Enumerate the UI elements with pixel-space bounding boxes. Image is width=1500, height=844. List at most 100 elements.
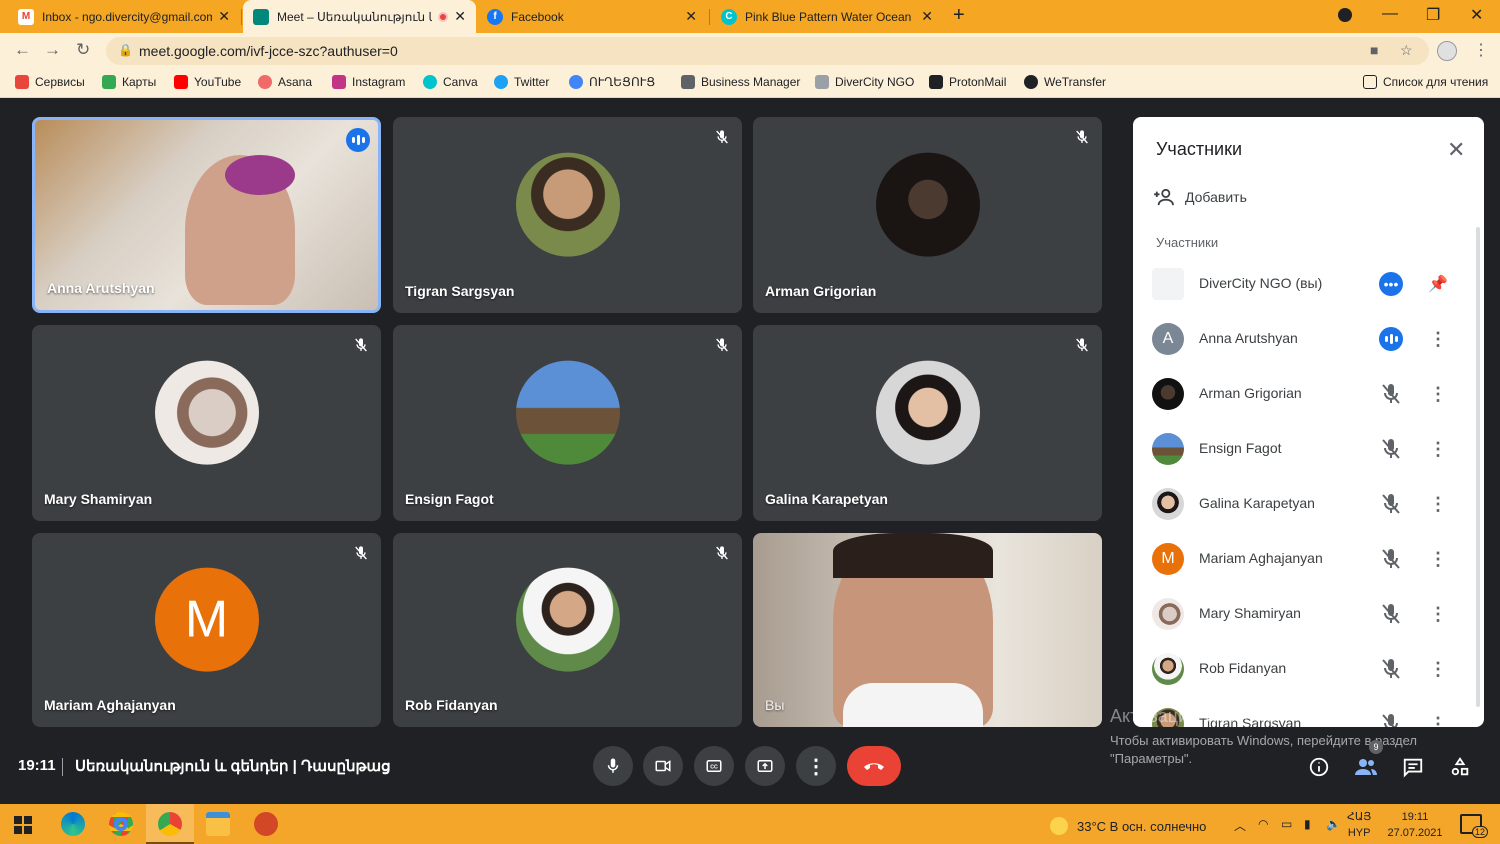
bookmark-item[interactable]: Instagram <box>332 75 405 89</box>
notification-center-icon[interactable]: 12 <box>1460 814 1488 838</box>
tab-meet[interactable]: Meet – Սեռականություն և ✕ <box>243 0 476 33</box>
chrome-profile-icon[interactable] <box>158 812 182 836</box>
browser-menu-icon[interactable]: ⋮ <box>1473 40 1489 60</box>
reading-list[interactable]: Список для чтения <box>1363 75 1488 89</box>
video-tile[interactable]: Ensign Fagot <box>393 325 742 521</box>
language-indicator[interactable]: ՀԱՅ HYP <box>1347 809 1371 841</box>
video-tile[interactable]: Rob Fidanyan <box>393 533 742 727</box>
panel-scrollbar[interactable] <box>1476 227 1480 707</box>
close-tab-icon[interactable]: ✕ <box>454 8 466 25</box>
add-people-button[interactable]: Добавить <box>1153 188 1247 206</box>
reload-icon[interactable]: ↻ <box>76 40 90 60</box>
participant-row[interactable]: Ensign Fagot ⋮ <box>1133 421 1473 476</box>
participant-row[interactable]: Rob Fidanyan ⋮ <box>1133 641 1473 696</box>
leave-call-button[interactable] <box>847 746 901 786</box>
bookmark-item[interactable]: Business Manager <box>681 75 800 89</box>
bookmark-item[interactable]: YouTube <box>174 75 241 89</box>
participant-row[interactable]: DiverCity NGO (вы) ••• 📌 <box>1133 256 1473 311</box>
tab-search-icon[interactable] <box>1338 8 1352 22</box>
participant-avatar: M <box>1152 543 1184 575</box>
more-options-icon[interactable]: ⋮ <box>1429 712 1447 728</box>
bookmark-item[interactable]: DiverCity NGO <box>815 75 914 89</box>
video-tile[interactable]: Arman Grigorian <box>753 117 1102 313</box>
close-tab-icon[interactable]: ✕ <box>218 8 230 25</box>
mic-off-icon <box>716 338 728 352</box>
close-tab-icon[interactable]: ✕ <box>685 8 697 25</box>
bookmark-star-icon[interactable]: ☆ <box>1400 42 1413 59</box>
close-window-button[interactable]: ✕ <box>1470 5 1483 25</box>
video-tile-self[interactable]: Вы <box>753 533 1102 727</box>
location-icon <box>569 75 583 89</box>
video-tile[interactable]: M Mariam Aghajanyan <box>32 533 381 727</box>
participant-avatar <box>1152 378 1184 410</box>
more-options-icon[interactable]: ⋮ <box>1429 327 1447 351</box>
more-options-button[interactable]: ⋮ <box>796 746 836 786</box>
bookmark-item[interactable]: ՈՒՂԵՑՈՒՑ <box>569 75 655 89</box>
chrome-icon[interactable] <box>109 812 133 836</box>
bookmark-item[interactable]: Twitter <box>494 75 549 89</box>
bookmark-item[interactable]: Карты <box>102 75 156 89</box>
minimize-button[interactable]: — <box>1382 5 1398 23</box>
file-explorer-icon[interactable] <box>206 812 230 836</box>
participant-row[interactable]: M Mariam Aghajanyan ⋮ <box>1133 531 1473 586</box>
more-options-icon[interactable]: ⋮ <box>1429 657 1447 681</box>
tab-facebook[interactable]: f Facebook ✕ <box>477 0 707 33</box>
more-options-icon[interactable]: ⋮ <box>1429 602 1447 626</box>
taskbar-clock[interactable]: 19:11 27.07.2021 <box>1385 809 1445 841</box>
back-icon[interactable]: ← <box>14 40 31 60</box>
powerpoint-icon[interactable] <box>254 812 278 836</box>
chat-button[interactable] <box>1400 754 1426 780</box>
video-tile[interactable]: Galina Karapetyan <box>753 325 1102 521</box>
recording-icon <box>438 11 449 22</box>
omnibox[interactable]: 🔒 meet.google.com/ivf-jcce-szc?authuser=… <box>106 37 1429 65</box>
volume-icon[interactable]: 🔈 <box>1326 817 1341 831</box>
present-screen-button[interactable] <box>745 746 785 786</box>
video-camera-icon <box>655 760 671 772</box>
facebook-icon: f <box>487 8 503 25</box>
participant-name: Anna Arutshyan <box>47 280 155 296</box>
more-options-icon[interactable]: ⋮ <box>1429 547 1447 571</box>
camera-icon[interactable]: ■ <box>1370 42 1378 58</box>
mic-tray-icon[interactable]: ▮ <box>1304 817 1311 831</box>
microphone-button[interactable] <box>593 746 633 786</box>
more-options-icon[interactable]: ⋮ <box>1429 382 1447 406</box>
profile-avatar[interactable] <box>1437 41 1457 61</box>
meeting-details-button[interactable] <box>1306 754 1332 780</box>
activities-button[interactable] <box>1447 754 1473 780</box>
more-options-icon[interactable]: ⋮ <box>1429 492 1447 516</box>
maximize-button[interactable]: ❐ <box>1426 5 1440 25</box>
forward-icon[interactable]: → <box>44 40 61 60</box>
bookmarks-bar: Сервисы Карты YouTube Asana Instagram Ca… <box>0 68 1500 98</box>
video-tile[interactable]: Anna Arutshyan <box>32 117 381 313</box>
battery-icon[interactable]: ▭ <box>1281 817 1292 831</box>
tab-canva[interactable]: C Pink Blue Pattern Water Ocean C ✕ <box>711 0 943 33</box>
camera-button[interactable] <box>643 746 683 786</box>
bookmark-item[interactable]: WeTransfer <box>1024 75 1106 89</box>
pin-icon[interactable]: 📌 <box>1428 272 1448 296</box>
tab-gmail[interactable]: M Inbox - ngo.divercity@gmail.com ✕ <box>8 0 240 33</box>
bookmark-item[interactable]: ProtonMail <box>929 75 1006 89</box>
participant-avatar <box>1152 433 1184 465</box>
chevron-up-icon[interactable]: ︿ <box>1234 817 1246 834</box>
wifi-icon[interactable]: ◠ <box>1258 817 1268 831</box>
close-panel-icon[interactable]: ✕ <box>1447 137 1465 163</box>
participant-row[interactable]: Galina Karapetyan ⋮ <box>1133 476 1473 531</box>
captions-button[interactable]: CC <box>694 746 734 786</box>
video-tile[interactable]: Tigran Sargsyan <box>393 117 742 313</box>
participant-row[interactable]: Mary Shamiryan ⋮ <box>1133 586 1473 641</box>
close-tab-icon[interactable]: ✕ <box>921 8 933 25</box>
more-options-icon[interactable]: ⋮ <box>1429 437 1447 461</box>
weather-widget[interactable]: 33°C В осн. солнечно <box>1050 817 1206 835</box>
bookmark-item[interactable]: Canva <box>423 75 478 89</box>
url-text[interactable]: meet.google.com/ivf-jcce-szc?authuser=0 <box>139 43 398 59</box>
windows-start-icon[interactable] <box>14 816 32 834</box>
bookmark-item[interactable]: Asana <box>258 75 312 89</box>
participant-row[interactable]: Arman Grigorian ⋮ <box>1133 366 1473 421</box>
new-tab-button[interactable]: + <box>953 4 965 27</box>
bookmark-item[interactable]: Сервисы <box>15 75 85 89</box>
participant-row[interactable]: A Anna Arutshyan ⋮ <box>1133 311 1473 366</box>
participants-button[interactable] <box>1353 754 1379 780</box>
participant-avatar <box>1152 268 1184 300</box>
edge-icon[interactable] <box>61 812 85 836</box>
video-tile[interactable]: Mary Shamiryan <box>32 325 381 521</box>
